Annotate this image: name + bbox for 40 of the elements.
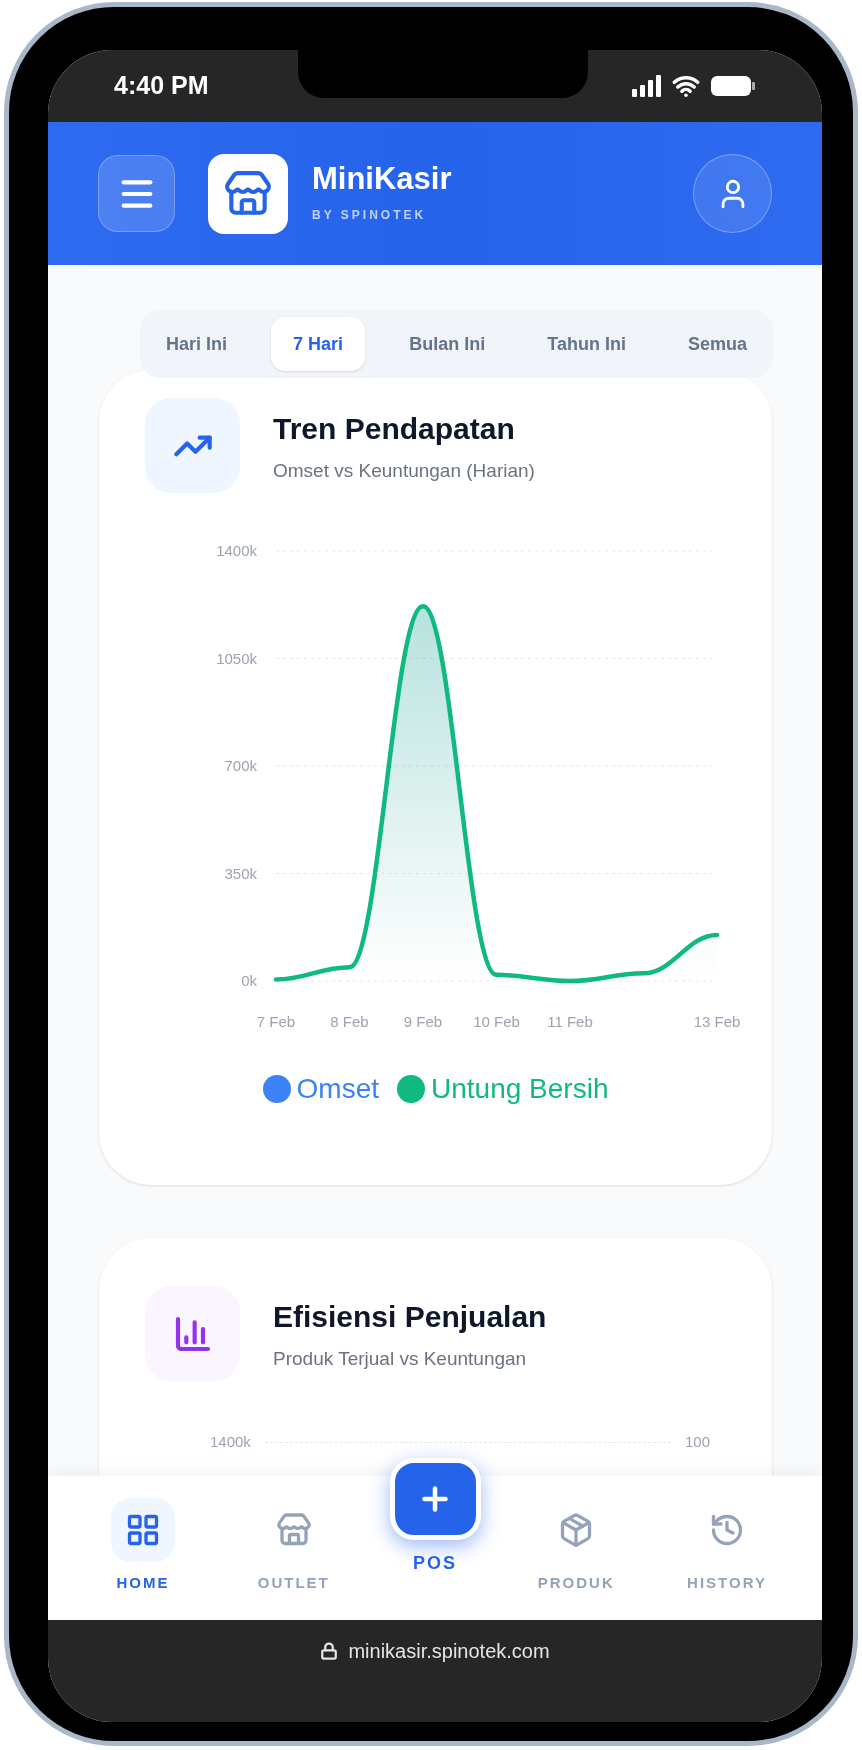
y-tick-label: 1050k — [216, 649, 257, 667]
nav-icon — [709, 1512, 745, 1548]
period-tab[interactable]: 7 Hari — [271, 317, 366, 371]
x-tick-label: 11 Feb — [547, 1013, 593, 1030]
y-tick-label: 0k — [241, 972, 257, 989]
lock-icon — [320, 1642, 339, 1660]
x-tick-label: 10 Feb — [473, 1013, 520, 1030]
period-tab[interactable]: Tahun Ini — [529, 317, 644, 371]
status-time: 4:40 PM — [114, 70, 209, 102]
nav-label: POS — [413, 1552, 457, 1575]
nav-tab[interactable]: OUTLET — [238, 1476, 349, 1595]
battery-icon — [710, 75, 756, 97]
x-tick-label: 13 Feb — [693, 1013, 741, 1030]
nav-tab[interactable]: HOME — [88, 1476, 198, 1595]
menu-button[interactable] — [98, 155, 175, 232]
legend-label: Untung Bersih — [431, 1072, 609, 1106]
url-text: minikasir.spinotek.com — [348, 1639, 550, 1664]
y-tick-label: 700k — [224, 757, 257, 774]
legend-label: Omset — [296, 1072, 379, 1106]
y-tick-label: 350k — [224, 864, 257, 882]
y-tick-label: 1400k — [210, 1432, 251, 1452]
period-tab[interactable]: Bulan Ini — [391, 317, 504, 371]
period-tab[interactable]: Hari Ini — [148, 317, 245, 371]
x-tick-label: 9 Feb — [403, 1013, 443, 1030]
app-title: MiniKasir — [312, 163, 452, 194]
nav-tab[interactable]: HISTORY — [672, 1476, 782, 1595]
x-tick-label: 8 Feb — [330, 1013, 369, 1030]
nav-tab[interactable]: PRODUK — [521, 1476, 632, 1595]
card-title: Efisiensi Penjualan — [273, 1298, 547, 1335]
period-tab[interactable]: Semua — [669, 317, 765, 371]
x-tick-label: 7 Feb — [256, 1013, 296, 1030]
card-title: Tren Pendapatan — [273, 410, 516, 447]
app-tagline: BY SPINOTEK — [312, 207, 428, 224]
y-tick-label: 100 — [684, 1432, 710, 1452]
card-subtitle: Produk Terjual vs Keuntungan — [273, 1346, 528, 1371]
nav-icon — [125, 1512, 161, 1548]
signal-icon — [632, 75, 662, 97]
y-tick-label: 1400k — [216, 542, 257, 559]
card-subtitle: Omset vs Keuntungan (Harian) — [273, 458, 535, 483]
nav-icon — [275, 1512, 312, 1548]
